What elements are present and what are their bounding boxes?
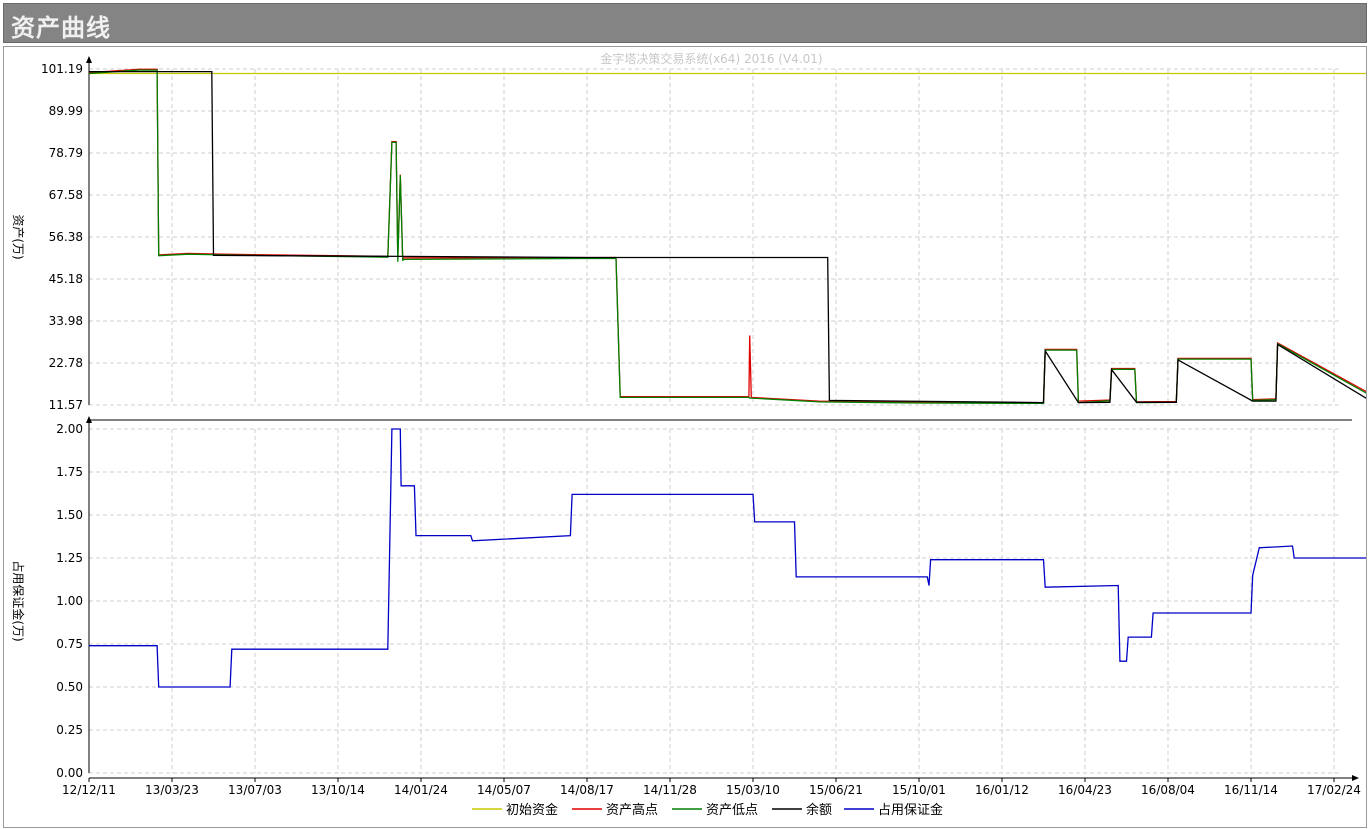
chart-watermark: 金字塔决策交易系统(x64) 2016 (V4.01): [600, 51, 822, 66]
margin-y-tick: 0.50: [56, 680, 83, 694]
x-tick-label: 14/08/17: [560, 783, 614, 797]
margin-y-tick: 1.75: [56, 465, 83, 479]
x-tick-label: 15/06/21: [809, 783, 863, 797]
asset-y-tick: 101.19: [41, 62, 83, 76]
asset-curve-chart: 金字塔决策交易系统(x64) 2016 (V4.01) 101.19 89.99 78…: [11, 51, 1366, 818]
x-tick-label: 15/10/01: [892, 783, 946, 797]
x-tick-label: 14/01/24: [394, 783, 448, 797]
asset-y-tick: 67.58: [49, 188, 83, 202]
asset-y-tick: 45.18: [49, 272, 83, 286]
margin-y-tick: 2.00: [56, 422, 83, 436]
series-资产高点: [88, 68, 1366, 404]
margin-y-tick: 0.75: [56, 637, 83, 651]
margin-y-tick: 1.25: [56, 551, 83, 565]
x-tick-label: 12/12/11: [62, 783, 116, 797]
asset-y-tick: 22.78: [49, 356, 83, 370]
legend-label: 占用保证金: [878, 802, 943, 818]
asset-y-tick: 11.57: [49, 398, 83, 412]
margin-y-tick: 0.25: [56, 723, 83, 737]
window-titlebar: 资产曲线: [3, 3, 1367, 43]
asset-y-label: 资产(万): [11, 214, 25, 259]
chart-area: 金字塔决策交易系统(x64) 2016 (V4.01) 101.19 89.99 78…: [3, 46, 1367, 828]
window-title: 资产曲线: [11, 14, 111, 42]
legend-label: 初始资金: [506, 802, 558, 818]
asset-y-axis-arrow: [86, 56, 92, 63]
legend-label: 资产低点: [706, 803, 758, 818]
asset-y-tick: 33.98: [49, 314, 83, 328]
x-tick-label: 16/11/14: [1224, 783, 1278, 797]
asset-y-tick: 78.79: [49, 146, 83, 160]
x-axis-arrow: [1352, 775, 1359, 781]
asset-y-tick: 89.99: [49, 104, 83, 118]
x-tick-label: 15/03/10: [726, 783, 780, 797]
x-tick-label: 16/08/04: [1141, 783, 1195, 797]
x-tick-label: 13/07/03: [228, 783, 282, 797]
margin-y-tick: 1.00: [56, 594, 83, 608]
x-tick-label: 13/03/23: [145, 783, 199, 797]
legend-label: 余额: [806, 802, 832, 818]
x-tick-label: 16/04/23: [1058, 783, 1112, 797]
x-tick-label: 17/02/24: [1307, 783, 1361, 797]
x-tick-label: 13/10/14: [311, 783, 365, 797]
legend-label: 资产高点: [606, 802, 658, 818]
margin-y-tick: 0.00: [56, 766, 83, 780]
x-tick-label: 16/01/12: [975, 783, 1029, 797]
x-tick-label: 14/05/07: [477, 783, 531, 797]
margin-y-tick: 1.50: [56, 508, 83, 522]
margin-y-label: 占用保证金(万): [11, 560, 26, 641]
asset-y-tick: 56.38: [49, 230, 83, 244]
x-tick-label: 14/11/28: [643, 783, 697, 797]
